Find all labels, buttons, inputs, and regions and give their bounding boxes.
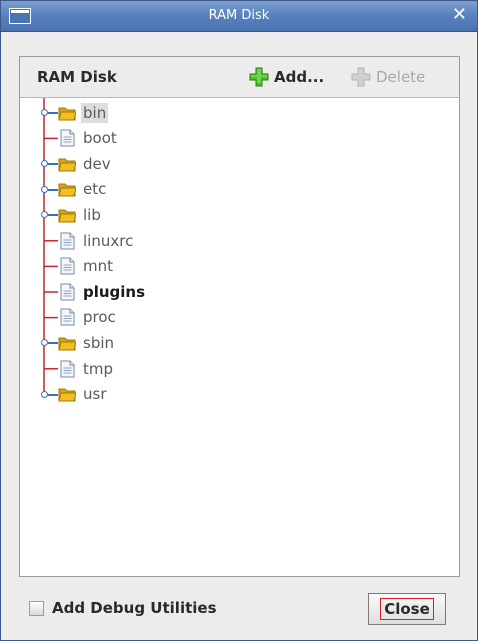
tree-leaf-spacer [34,254,58,279]
tree-item-etc[interactable]: etc [34,177,108,202]
file-icon [60,283,75,301]
file-icon [60,360,75,377]
folder-icon [58,183,76,197]
tree-item-label: boot [83,129,117,148]
expand-toggle-icon[interactable] [34,330,58,355]
tree-item-lib[interactable]: lib [34,202,103,227]
folder-icon [58,388,76,402]
tree-item-label: dev [83,154,111,173]
debug-utilities-label: Add Debug Utilities [52,599,217,617]
delete-button-label: Delete [376,68,426,86]
tree-item-mnt[interactable]: mnt [34,254,115,279]
tree-item-tmp[interactable]: tmp [34,356,115,381]
file-tree[interactable]: bin boot dev etc lib linuxrc mnt plugins proc sbi… [20,98,459,576]
expand-toggle-icon[interactable] [34,151,58,176]
folder-icon [58,337,76,351]
file-icon [60,257,75,275]
tree-item-label: plugins [83,282,146,301]
tree-item-label: proc [83,308,116,327]
panel-title: RAM Disk [37,68,117,86]
delete-button[interactable]: Delete [351,65,425,89]
ram-disk-panel: RAM Disk Add... Delete bin boot dev etc lib l… [19,56,460,577]
window-title: RAM Disk [208,8,270,23]
tree-item-label: tmp [83,359,114,378]
green-plus-icon [249,67,269,87]
add-button[interactable]: Add... [249,65,324,89]
tree-item-label: bin [81,102,109,123]
expand-toggle-icon[interactable] [34,100,58,125]
tree-item-label: usr [83,385,107,404]
tree-leaf-spacer [34,305,58,330]
tree-item-label: linuxrc [83,231,134,250]
tree-leaf-spacer [34,126,58,151]
gray-plus-icon [351,67,371,87]
close-button-label: Close [380,598,434,620]
tree-item-proc[interactable]: proc [34,305,118,330]
debug-utilities-checkbox[interactable] [29,600,44,616]
tree-item-label: mnt [83,257,113,276]
folder-icon [58,209,76,223]
title-bar[interactable]: RAM Disk ✕ [1,1,477,32]
expand-toggle-icon[interactable] [34,177,58,202]
tree-leaf-spacer [34,356,58,381]
close-button[interactable]: Close [368,593,446,625]
ram-disk-dialog: RAM Disk ✕ RAM Disk Add... Delete bin boo… [0,0,478,641]
tree-item-sbin[interactable]: sbin [34,330,116,355]
tree-item-plugins[interactable]: plugins [34,279,147,304]
tree-item-label: lib [83,205,101,224]
tree-item-label: etc [83,180,107,199]
tree-item-usr[interactable]: usr [34,382,109,407]
tree-item-bin[interactable]: bin [34,100,109,125]
window-close-button[interactable]: ✕ [452,5,467,25]
tree-item-label: sbin [83,333,115,352]
folder-icon [58,107,76,120]
expand-toggle-icon[interactable] [34,382,58,407]
tree-leaf-spacer [34,279,58,304]
panel-header: RAM Disk Add... Delete [20,57,459,98]
add-button-label: Add... [274,68,325,86]
folder-icon [58,158,76,172]
file-icon [60,308,75,326]
tree-leaf-spacer [34,228,58,253]
file-icon [60,129,75,147]
tree-item-dev[interactable]: dev [34,151,113,176]
tree-item-linuxrc[interactable]: linuxrc [34,228,135,253]
expand-toggle-icon[interactable] [34,202,58,227]
tree-item-boot[interactable]: boot [34,126,119,151]
debug-utilities-option[interactable]: Add Debug Utilities [29,599,217,617]
file-icon [60,232,75,249]
